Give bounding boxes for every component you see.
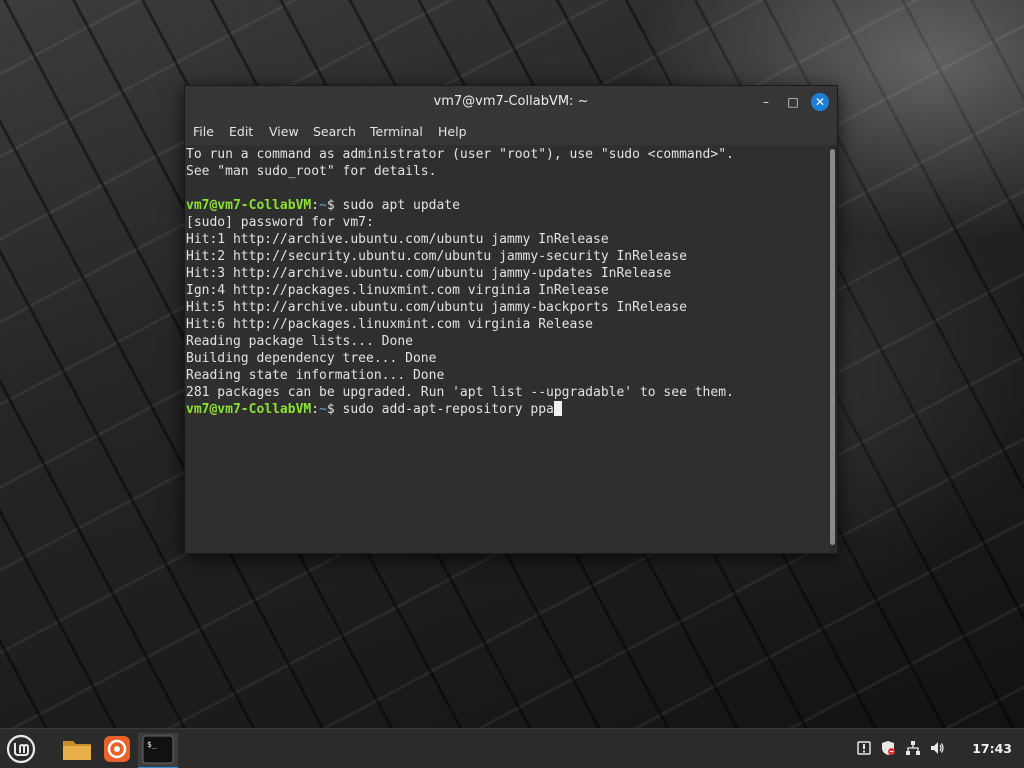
prompt-command: sudo apt update bbox=[342, 198, 460, 213]
menu-terminal[interactable]: Terminal bbox=[370, 124, 423, 139]
terminal-scrollbar[interactable] bbox=[829, 145, 837, 553]
terminal-output-line: To run a command as administrator (user … bbox=[186, 147, 734, 162]
taskbar: $_ 17:43 bbox=[0, 728, 1024, 768]
text-cursor bbox=[553, 401, 562, 416]
menu-file[interactable]: File bbox=[193, 124, 214, 139]
menu-view[interactable]: View bbox=[269, 124, 299, 139]
files-launcher[interactable] bbox=[60, 733, 94, 765]
terminal-output-line: Hit:6 http://packages.linuxmint.com virg… bbox=[186, 317, 593, 332]
menu-bar: File Edit View Search Terminal Help bbox=[185, 118, 837, 145]
terminal-icon: $_ bbox=[142, 735, 174, 764]
terminal-output-line: Hit:1 http://archive.ubuntu.com/ubuntu j… bbox=[186, 232, 609, 247]
prompt-symbol: $ bbox=[326, 198, 343, 213]
terminal-prompt-line: vm7@vm7-CollabVM:~$ sudo add-apt-reposit… bbox=[186, 401, 734, 418]
prompt-path: ~ bbox=[319, 198, 327, 213]
prompt-command: sudo add-apt-repository ppa bbox=[342, 402, 554, 417]
terminal-output-line: Hit:5 http://archive.ubuntu.com/ubuntu j… bbox=[186, 300, 687, 315]
window-titlebar[interactable]: vm7@vm7-CollabVM: ~ – □ ✕ bbox=[185, 86, 837, 118]
scrollbar-thumb[interactable] bbox=[830, 149, 835, 545]
minimize-button[interactable]: – bbox=[757, 93, 775, 111]
maximize-button[interactable]: □ bbox=[784, 93, 802, 111]
terminal-output-line: See "man sudo_root" for details. bbox=[186, 164, 437, 179]
terminal-launcher[interactable]: $_ bbox=[138, 733, 178, 768]
terminal-output[interactable]: To run a command as administrator (user … bbox=[185, 145, 829, 553]
menu-help[interactable]: Help bbox=[438, 124, 467, 139]
window-title: vm7@vm7-CollabVM: ~ bbox=[433, 94, 589, 109]
folder-icon bbox=[63, 741, 91, 760]
terminal-output-line: Reading state information... Done bbox=[186, 368, 445, 383]
network-icon[interactable] bbox=[905, 740, 921, 756]
prompt-separator: : bbox=[311, 402, 320, 417]
terminal-lines: To run a command as administrator (user … bbox=[186, 146, 734, 418]
shield-icon[interactable] bbox=[880, 740, 896, 756]
prompt-separator: : bbox=[311, 198, 320, 213]
prompt-symbol: $ bbox=[326, 402, 343, 417]
prompt-user: vm7@vm7-CollabVM bbox=[186, 198, 312, 213]
menu-edit[interactable]: Edit bbox=[229, 124, 253, 139]
terminal-output-line: Reading package lists... Done bbox=[186, 334, 413, 349]
mint-menu-button[interactable] bbox=[4, 733, 38, 765]
firefox-icon bbox=[104, 736, 130, 762]
update-manager-icon[interactable] bbox=[856, 740, 872, 756]
terminal-prompt-line: vm7@vm7-CollabVM:~$ sudo apt update bbox=[186, 197, 734, 214]
prompt-path: ~ bbox=[319, 402, 327, 417]
linux-mint-logo-icon bbox=[6, 734, 36, 764]
terminal-output-line: Hit:3 http://archive.ubuntu.com/ubuntu j… bbox=[186, 266, 672, 281]
prompt-user: vm7@vm7-CollabVM bbox=[186, 402, 312, 417]
firefox-launcher[interactable] bbox=[100, 733, 134, 765]
volume-icon[interactable] bbox=[929, 740, 945, 756]
close-button[interactable]: ✕ bbox=[811, 93, 829, 111]
terminal-output-line: [sudo] password for vm7: bbox=[186, 215, 374, 230]
terminal-output-line: Hit:2 http://security.ubuntu.com/ubuntu … bbox=[186, 249, 687, 264]
terminal-output-line: Ign:4 http://packages.linuxmint.com virg… bbox=[186, 283, 609, 298]
terminal-output-line: 281 packages can be upgraded. Run 'apt l… bbox=[186, 385, 734, 400]
desktop-wallpaper: vm7@vm7-CollabVM: ~ – □ ✕ File Edit View… bbox=[0, 0, 1024, 768]
menu-search[interactable]: Search bbox=[313, 124, 356, 139]
terminal-icon-label: $_ bbox=[147, 740, 157, 749]
terminal-output-line: Building dependency tree... Done bbox=[186, 351, 437, 366]
clock[interactable]: 17:43 bbox=[972, 741, 1012, 756]
terminal-window[interactable]: vm7@vm7-CollabVM: ~ – □ ✕ File Edit View… bbox=[184, 85, 838, 554]
system-tray: 17:43 bbox=[854, 729, 1024, 768]
